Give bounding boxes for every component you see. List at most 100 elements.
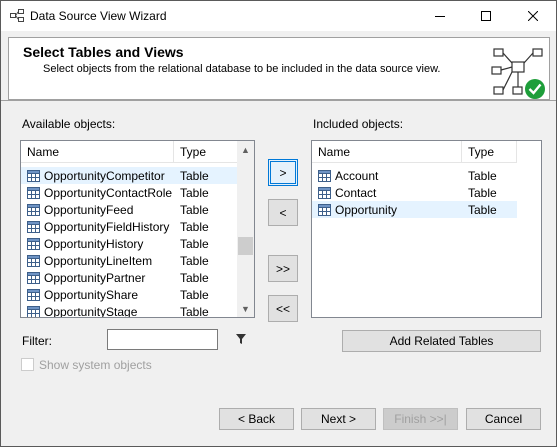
list-item-type: Table xyxy=(468,168,497,183)
add-all-button[interactable]: >> xyxy=(268,255,298,282)
title-bar: Data Source View Wizard xyxy=(1,1,556,31)
page-subtitle: Select objects from the relational datab… xyxy=(43,63,441,75)
list-item-type: Table xyxy=(180,202,209,217)
list-item-type: Table xyxy=(180,219,209,234)
list-item[interactable]: OpportunityStage Table xyxy=(21,303,238,318)
list-item-name: Contact xyxy=(312,186,462,200)
list-item-name-text: Account xyxy=(335,168,379,183)
list-item-type: Table xyxy=(468,202,497,217)
table-icon xyxy=(27,271,40,284)
scroll-up-icon[interactable]: ▲ xyxy=(237,141,254,158)
list-item-name-text: OpportunityShare xyxy=(44,287,139,302)
list-item[interactable]: OpportunityLineItem Table xyxy=(21,252,238,269)
list-item-name: OpportunityShare xyxy=(21,288,174,302)
list-item-name-text: OpportunityContactRole xyxy=(44,185,173,200)
list-item-name: OpportunityLineItem xyxy=(21,254,174,268)
remove-all-button[interactable]: << xyxy=(268,295,298,322)
list-item-name: OpportunityContactRole xyxy=(21,186,174,200)
list-item-name: Opportunity xyxy=(312,203,462,217)
header-divider xyxy=(1,100,556,101)
list-item-name-text: Contact xyxy=(335,185,377,200)
list-item-name: OpportunityCompetitor xyxy=(21,169,174,183)
table-icon xyxy=(318,186,331,199)
scroll-thumb[interactable] xyxy=(238,237,253,255)
list-item-name-text: OpportunityPartner xyxy=(44,270,146,285)
table-icon xyxy=(27,169,40,182)
column-header-name[interactable]: Name xyxy=(312,141,462,163)
included-objects-label: Included objects: xyxy=(313,117,404,131)
list-item[interactable]: OpportunityCompetitor Table xyxy=(21,167,238,184)
column-header-type[interactable]: Type xyxy=(462,141,517,163)
list-item-name: Account xyxy=(312,169,462,183)
available-objects-list[interactable]: Name Type OpportunityCompetitor Table Oppo… xyxy=(20,140,255,318)
show-system-objects-label: Show system objects xyxy=(39,358,152,372)
list-item[interactable]: OpportunityShare Table xyxy=(21,286,238,303)
check-badge-icon xyxy=(525,79,545,99)
list-item-name-text: Opportunity xyxy=(335,202,398,217)
list-item[interactable]: OpportunityHistory Table xyxy=(21,235,238,252)
column-header-name[interactable]: Name xyxy=(21,141,174,163)
window-title: Data Source View Wizard xyxy=(30,9,167,23)
add-button[interactable]: > xyxy=(268,159,298,186)
list-item-name: OpportunityStage xyxy=(21,305,174,317)
list-item-name-text: OpportunityLineItem xyxy=(44,253,153,268)
list-item[interactable]: Account Table xyxy=(312,167,517,184)
data-source-view-diagram-icon xyxy=(491,48,545,99)
remove-button[interactable]: < xyxy=(268,199,298,226)
minimize-button[interactable] xyxy=(417,1,463,31)
scroll-down-icon[interactable]: ▼ xyxy=(237,300,254,317)
list-item[interactable]: OpportunityFieldHistory Table xyxy=(21,218,238,235)
add-related-tables-button[interactable]: Add Related Tables xyxy=(342,330,541,352)
list-item[interactable]: OpportunityContactRole Table xyxy=(21,184,238,201)
minimize-icon xyxy=(435,16,445,17)
list-item-name-text: OpportunityFeed xyxy=(44,202,134,217)
available-list-header: Name Type xyxy=(21,141,238,163)
close-button[interactable] xyxy=(510,1,556,31)
list-item-name: OpportunityPartner xyxy=(21,271,174,285)
list-item-type: Table xyxy=(180,270,209,285)
filter-funnel-icon[interactable] xyxy=(236,334,246,344)
table-icon xyxy=(27,254,40,267)
maximize-icon xyxy=(481,11,491,21)
page-title: Select Tables and Views xyxy=(23,44,184,60)
list-item-name: OpportunityFieldHistory xyxy=(21,220,174,234)
next-button[interactable]: Next > xyxy=(301,408,376,430)
table-icon xyxy=(27,203,40,216)
close-icon xyxy=(528,11,538,21)
column-header-type[interactable]: Type xyxy=(174,141,238,163)
wizard-header: Select Tables and Views Select objects f… xyxy=(8,37,550,100)
list-item[interactable]: OpportunityPartner Table xyxy=(21,269,238,286)
list-item-type: Table xyxy=(180,304,209,318)
cancel-button[interactable]: Cancel xyxy=(466,408,541,430)
list-item[interactable]: OpportunityFeed Table xyxy=(21,201,238,218)
filter-label: Filter: xyxy=(22,334,52,348)
finish-button[interactable]: Finish >>| xyxy=(383,408,458,430)
table-icon xyxy=(27,305,40,317)
list-item-type: Table xyxy=(180,185,209,200)
list-item-name-text: OpportunityFieldHistory xyxy=(44,219,170,234)
list-item-type: Table xyxy=(180,287,209,302)
included-list-header: Name Type xyxy=(312,141,517,163)
data-source-view-icon xyxy=(10,9,24,22)
list-item-name-text: OpportunityHistory xyxy=(44,236,144,251)
available-list-scrollbar[interactable]: ▲ ▼ xyxy=(237,141,254,317)
list-item-type: Table xyxy=(468,185,497,200)
wizard-window: Data Source View Wizard Select Tables an… xyxy=(0,0,557,447)
list-item-name: OpportunityHistory xyxy=(21,237,174,251)
list-item[interactable]: Opportunity Table xyxy=(312,201,517,218)
list-item-name: OpportunityFeed xyxy=(21,203,174,217)
table-icon xyxy=(27,237,40,250)
filter-input[interactable] xyxy=(107,329,218,350)
table-icon xyxy=(27,186,40,199)
back-button[interactable]: < Back xyxy=(219,408,294,430)
included-objects-list[interactable]: Name Type Account Table Contact Table Opport… xyxy=(311,140,542,318)
list-item-type: Table xyxy=(180,236,209,251)
table-icon xyxy=(27,288,40,301)
show-system-objects-checkbox[interactable] xyxy=(21,358,34,371)
table-icon xyxy=(318,203,331,216)
list-item[interactable]: Contact Table xyxy=(312,184,517,201)
maximize-button[interactable] xyxy=(463,1,509,31)
list-item-type: Table xyxy=(180,253,209,268)
table-icon xyxy=(27,220,40,233)
list-item-name-text: OpportunityCompetitor xyxy=(44,168,165,183)
